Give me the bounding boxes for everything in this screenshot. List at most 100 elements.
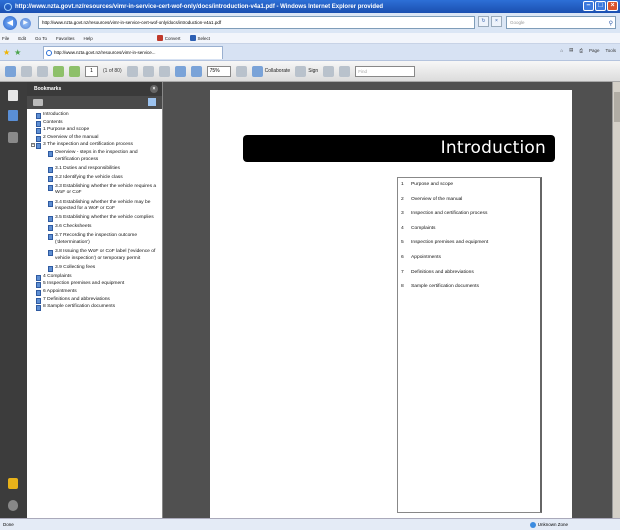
menu-item-goto[interactable]: Go To [35,36,47,41]
bookmark-icon [36,128,41,135]
tab-icon [46,50,52,56]
bookmark-icon [36,274,41,281]
vertical-scrollbar[interactable] [612,82,620,518]
bookmark-item[interactable]: 5 Inspection premises and equipment [31,281,160,289]
security-icon[interactable] [8,478,18,489]
contents-entry[interactable]: 3 Inspection and certification process [401,211,487,216]
sign-button[interactable]: Sign [295,65,318,77]
zoom-in-icon[interactable] [190,65,202,77]
tools-menu[interactable]: Tools [605,48,616,53]
bookmark-item[interactable]: − 3 The inspection and certification proc… [31,142,160,150]
page-title: Introduction [440,138,546,158]
bookmark-icon [48,184,53,191]
contents-entry[interactable]: 8 Sample certification documents [401,284,479,289]
bookmark-item[interactable]: 3.1 Duties and responsibilities [31,166,160,173]
signatures-icon[interactable] [8,500,18,511]
bookmark-item[interactable]: 3.6 Checksheets [31,224,160,232]
page-menu[interactable]: Page [589,48,600,53]
feeds-icon[interactable]: ▤ [569,47,573,53]
browser-tab[interactable]: http://www.nzta.govt.nz/resources/vimr-i… [43,46,223,59]
home-icon[interactable]: ⌂ [560,48,563,53]
bookmark-item[interactable]: Overview - steps in the inspection and c… [31,150,160,163]
bookmarks-panel: Bookmarks × Introduction Contents 1 Purpos… [27,82,163,518]
fit-page-icon[interactable] [235,65,247,77]
contents-entry[interactable]: 6 Appointments [401,255,441,260]
bookmark-item[interactable]: 7 Definitions and abbreviations [31,297,160,304]
bookmark-item[interactable]: 3.3 Establishing whether the vehicle req… [31,184,160,197]
options-icon[interactable] [33,99,43,106]
minimize-button[interactable]: – [583,1,594,11]
menu-item-help[interactable]: Help [83,36,92,41]
window-title: http://www.nzta.govt.nz/resources/vimr-i… [15,3,384,10]
print-icon[interactable] [5,65,16,77]
select-tool-icon[interactable] [126,65,138,77]
menu-item-favorites[interactable]: Favorites [56,36,75,41]
bookmark-item[interactable]: 4 Complaints [31,274,160,281]
contents-entry[interactable]: 4 Complaints [401,226,435,231]
refresh-button[interactable]: ↻ [478,16,489,27]
bookmark-item[interactable]: 3.8 Issuing the WoF or CoF label ('evide… [31,249,160,262]
globe-icon [529,521,536,528]
menu-item-edit[interactable]: Edit [18,36,26,41]
find-input[interactable]: Find [355,65,416,77]
save-icon[interactable] [21,65,32,77]
contents-number: 3 [401,211,404,217]
zoom-select[interactable]: 75% [206,65,231,77]
bookmark-item[interactable]: 6 Appointments [31,289,160,297]
previous-page-icon[interactable] [53,65,64,77]
page-number-input[interactable]: 1 [85,65,98,77]
collapse-toggle-icon[interactable]: − [31,143,35,148]
bookmarks-icon[interactable] [8,110,18,121]
bookmarks-header: Bookmarks × [27,82,162,96]
pages-icon[interactable] [8,90,18,101]
convert-button[interactable]: Convert [156,35,181,41]
bookmark-item[interactable]: 1 Purpose and scope [31,127,160,135]
bookmark-item[interactable]: Introduction [31,112,160,119]
close-panel-icon[interactable]: × [150,85,158,93]
email-icon[interactable] [37,65,48,77]
contents-label: Appointments [411,255,441,260]
bookmark-item[interactable]: 8 Sample certification documents [31,304,160,312]
collaborate-button[interactable]: Collaborate [251,65,290,77]
bookmark-item[interactable]: 3.7 Recording the inspection outcome ('d… [31,233,160,246]
contents-entry[interactable]: 1 Purpose and scope [401,182,453,187]
back-button[interactable]: ◀ [3,16,17,30]
menu-item-file[interactable]: File [2,36,9,41]
search-input[interactable]: Google ⚲ [506,16,616,29]
bookmark-item[interactable]: 3.2 Identifying the vehicle class [31,175,160,182]
bookmark-item[interactable]: Contents [31,120,160,127]
maximize-button[interactable]: □ [595,1,606,11]
select-button[interactable]: Select [189,35,210,41]
comment-icon[interactable] [323,65,335,77]
delete-bookmark-icon[interactable] [148,98,156,106]
bookmark-icon [48,216,53,223]
close-button[interactable]: × [607,1,618,11]
bookmark-icon [48,200,53,207]
attachments-icon[interactable] [8,132,18,143]
document-viewer[interactable]: Introduction 1 Purpose and scope 2 Overview… [163,82,620,518]
stop-button[interactable]: × [491,16,502,27]
bookmarks-title: Bookmarks [34,86,62,92]
next-page-icon[interactable] [69,65,80,77]
bookmark-label: 3.7 Recording the inspection outcome ('d… [55,233,138,245]
scrollbar-thumb[interactable] [614,92,620,122]
bookmark-item[interactable]: 2 Overview of the manual [31,135,160,142]
add-favorites-icon[interactable]: ★ [14,48,21,57]
print-icon[interactable]: ⎙ [579,48,583,53]
contents-entry[interactable]: 7 Definitions and abbreviations [401,270,474,275]
security-zone: Unknown Zone [529,519,568,530]
search-icon[interactable]: ⚲ [609,19,613,30]
forward-button[interactable]: ▶ [20,17,31,29]
review-icon[interactable] [339,65,351,77]
zoom-out-icon[interactable] [174,65,186,77]
bookmark-item[interactable]: 3.5 Establishing whether the vehicle com… [31,215,160,223]
favorites-star-icon[interactable]: ★ [3,48,10,57]
acrobat-toolbar: 1 (1 of 80) 75% Collaborate Sign Find [0,61,620,82]
bookmark-item[interactable]: 3.9 Collecting fees [31,265,160,272]
hand-tool-icon[interactable] [142,65,154,77]
address-input[interactable]: http://www.nzta.govt.nz/resources/vimr-i… [38,16,475,29]
contents-entry[interactable]: 5 Inspection premises and equipment [401,240,488,245]
contents-entry[interactable]: 2 Overview of the manual [401,197,462,202]
bookmark-item[interactable]: 3.4 Establishing whether the vehicle may… [31,200,160,213]
zoom-tool-icon[interactable] [158,65,170,77]
